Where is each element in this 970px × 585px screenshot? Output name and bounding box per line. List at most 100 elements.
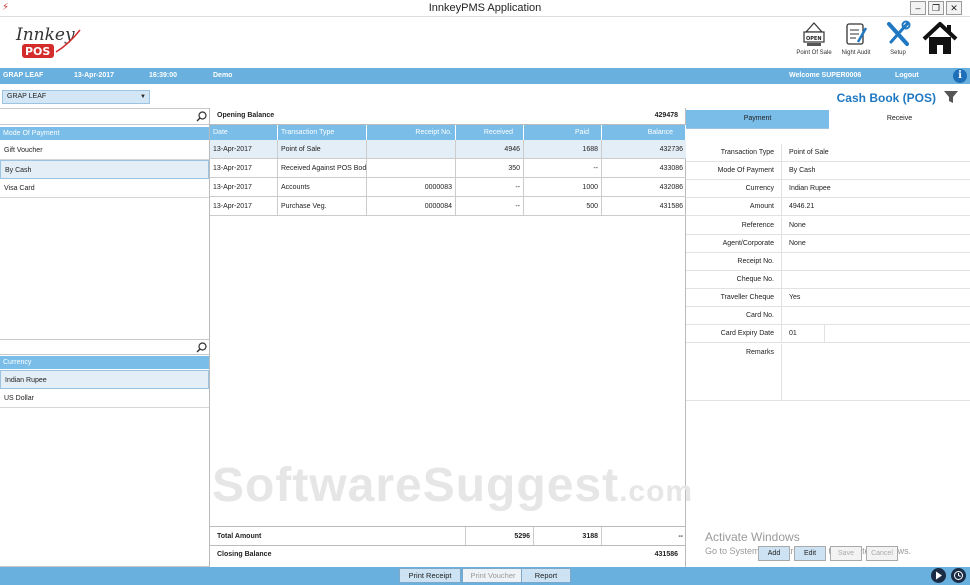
cashbook-toolbar: GRAP LEAF ▼ Cash Book (POS) (0, 84, 970, 108)
watermark-suffix: .com (619, 475, 694, 508)
currency-search[interactable] (0, 339, 209, 355)
add-button[interactable]: Add (758, 546, 790, 561)
cell-transaction-type: Received Against POS Bod (278, 159, 367, 177)
payment-mode-item[interactable]: Gift Voucher (0, 141, 209, 160)
field-value[interactable] (781, 253, 970, 271)
open-badge: OPEN (806, 36, 822, 42)
field-reference: Reference None (686, 217, 970, 235)
opening-balance-row: Opening Balance 429478 (210, 108, 686, 125)
setup-button[interactable]: Setup (876, 20, 920, 66)
field-remarks: Remarks (686, 344, 970, 401)
field-value[interactable]: Indian Rupee (781, 180, 970, 198)
cell-receipt-no: 0000083 (367, 178, 456, 196)
table-row[interactable]: 13-Apr-2017 Purchase Veg. 0000084 -- 500… (210, 197, 686, 216)
cell-paid: -- (524, 159, 602, 177)
clock-icon[interactable] (951, 568, 966, 583)
business-date: 13-Apr-2017 (74, 72, 115, 79)
search-icon[interactable] (196, 342, 207, 353)
field-traveller-cheque: Traveller Cheque Yes (686, 289, 970, 307)
print-voucher-button[interactable]: Print Voucher (462, 568, 524, 583)
col-date[interactable]: Date (210, 125, 278, 140)
cell-date: 13-Apr-2017 (210, 197, 278, 215)
field-label: Agent/Corporate (722, 240, 774, 247)
cell-paid: 500 (524, 197, 602, 215)
col-paid[interactable]: Paid (524, 125, 602, 140)
field-value[interactable]: None (781, 235, 970, 253)
field-value[interactable]: None (781, 217, 970, 235)
field-card-expiry-date: Card Expiry Date 01 (686, 325, 970, 343)
info-icon[interactable]: i (953, 69, 967, 83)
currency-item[interactable]: Indian Rupee (0, 370, 209, 389)
session-info-bar: GRAP LEAF 13-Apr-2017 16:39:00 Demo Welc… (0, 68, 970, 84)
currency-item[interactable]: US Dollar (0, 389, 209, 408)
tab-receive[interactable]: Receive (829, 110, 970, 128)
total-paid: 3188 (534, 527, 602, 545)
cell-balance: 432086 (659, 184, 683, 191)
point-of-sale-label: Point Of Sale (796, 50, 832, 56)
col-received[interactable]: Received (456, 125, 524, 140)
field-label: Transaction Type (720, 149, 774, 156)
report-button[interactable]: Report (521, 568, 571, 583)
branch-select-value: GRAP LEAF (7, 93, 47, 100)
cell-receipt-no: 0000084 (367, 197, 456, 215)
remarks-textarea[interactable] (781, 344, 970, 401)
activate-line1: Activate Windows (705, 530, 800, 544)
window-title: InnkeyPMS Application (428, 2, 542, 14)
cell-receipt-no (367, 140, 456, 158)
grid-header: Date Transaction Type Receipt No. Receiv… (210, 125, 686, 140)
print-receipt-button[interactable]: Print Receipt (399, 568, 461, 583)
search-icon[interactable] (196, 111, 207, 122)
tools-icon (887, 20, 911, 46)
logout-link[interactable]: Logout (895, 72, 919, 79)
play-icon[interactable] (931, 568, 946, 583)
window-title-bar: ⚡ InnkeyPMS Application – ❐ ✕ (0, 0, 970, 17)
col-receipt-no[interactable]: Receipt No. (367, 125, 456, 140)
col-balance[interactable]: Balance (602, 125, 686, 140)
field-value[interactable]: Yes (781, 289, 970, 307)
field-label: Card No. (745, 312, 774, 319)
edit-button[interactable]: Edit (794, 546, 826, 561)
payment-search[interactable] (0, 109, 209, 125)
field-value[interactable]: Point of Sale (781, 144, 970, 162)
total-received: 5296 (466, 527, 534, 545)
field-label: Receipt No. (737, 258, 774, 265)
field-value[interactable] (781, 307, 970, 325)
point-of-sale-button[interactable]: OPEN Point Of Sale (792, 20, 836, 66)
restore-button[interactable]: ❐ (928, 1, 944, 15)
table-row[interactable]: 13-Apr-2017 Point of Sale 4946 1688 4327… (210, 140, 686, 159)
field-value[interactable]: 01 (781, 325, 825, 343)
cancel-button[interactable]: Cancel (866, 546, 898, 561)
field-value[interactable]: By Cash (781, 162, 970, 180)
close-button[interactable]: ✕ (946, 1, 962, 15)
branch-select[interactable]: GRAP LEAF ▼ (2, 90, 150, 104)
filter-icon[interactable] (944, 91, 958, 103)
tab-payment[interactable]: Payment (686, 110, 829, 128)
minimize-button[interactable]: – (910, 1, 926, 15)
table-row[interactable]: 13-Apr-2017 Received Against POS Bod 350… (210, 159, 686, 178)
opening-balance-label: Opening Balance (217, 112, 275, 119)
field-receipt-no: Receipt No. (686, 253, 970, 271)
left-panel: Mode Of Payment Gift Voucher By Cash Vis… (0, 108, 210, 567)
payment-mode-item[interactable]: Visa Card (0, 179, 209, 198)
currency-header: Currency (0, 356, 209, 369)
field-label: Traveller Cheque (720, 294, 774, 301)
field-value[interactable]: 4946.21 (781, 198, 970, 216)
cell-date: 13-Apr-2017 (210, 178, 278, 196)
logo-script: Innkey (15, 25, 75, 45)
table-row[interactable]: 13-Apr-2017 Accounts 0000083 -- 1000 432… (210, 178, 686, 197)
save-button[interactable]: Save (830, 546, 862, 561)
home-button[interactable] (918, 20, 962, 66)
welcome-user: Welcome SUPER0006 (789, 72, 862, 79)
logo-pos: POS (25, 45, 50, 58)
total-amount-label: Total Amount (210, 527, 466, 545)
col-transaction-type[interactable]: Transaction Type (278, 125, 367, 140)
night-audit-button[interactable]: Night Audit (834, 20, 878, 66)
cell-paid: 1000 (524, 178, 602, 196)
chevron-down-icon: ▼ (140, 94, 146, 100)
total-amount-row: Total Amount 5296 3188 -- (210, 526, 686, 545)
cell-receipt-no (367, 159, 456, 177)
innkey-pos-logo: Innkey POS (14, 22, 84, 62)
field-value[interactable] (781, 271, 970, 289)
payment-mode-item[interactable]: By Cash (0, 160, 209, 179)
field-label: Reference (741, 222, 774, 229)
